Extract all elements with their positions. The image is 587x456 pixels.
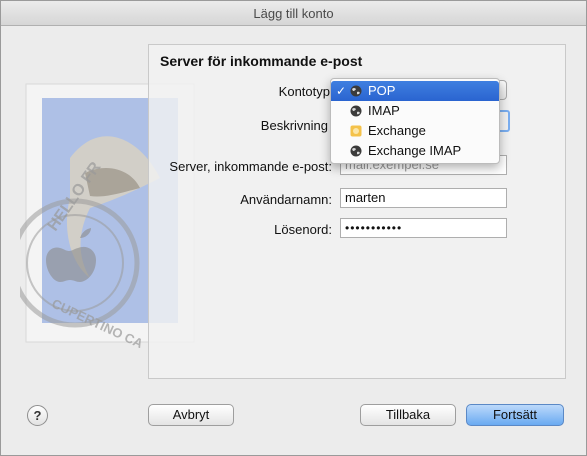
incoming-server-label: Server, inkommande e-post: (169, 159, 332, 174)
menu-item-exchange-imap[interactable]: Exchange IMAP (331, 141, 499, 161)
menu-item-pop[interactable]: ✓ POP (331, 81, 499, 101)
menu-item-label: Exchange (368, 123, 426, 138)
menu-item-label: Exchange IMAP (368, 143, 462, 158)
back-button[interactable]: Tillbaka (360, 404, 456, 426)
window-title: Lägg till konto (253, 6, 334, 21)
cancel-button[interactable]: Avbryt (148, 404, 234, 426)
password-field[interactable]: ••••••••••• (340, 218, 507, 238)
username-label: Användarnamn: (240, 192, 332, 207)
globe-icon (350, 145, 362, 157)
description-label: Beskrivning (260, 118, 328, 133)
username-field[interactable]: marten (340, 188, 507, 208)
menu-item-exchange[interactable]: Exchange (331, 121, 499, 141)
exchange-icon (350, 125, 362, 137)
password-label: Lösenord: (274, 222, 332, 237)
checkmark-icon: ✓ (336, 84, 347, 98)
account-type-menu: ✓ POP IMAP Exchange Exchange IMAP (330, 78, 500, 164)
menu-item-label: POP (368, 83, 396, 98)
title-bar: Lägg till konto (1, 1, 586, 26)
globe-icon (350, 105, 362, 117)
menu-item-imap[interactable]: IMAP (331, 101, 499, 121)
account-type-label: Kontotyp (278, 84, 330, 99)
help-button[interactable]: ? (27, 405, 48, 426)
menu-item-label: IMAP (368, 103, 400, 118)
globe-icon (350, 85, 362, 97)
continue-button[interactable]: Fortsätt (466, 404, 564, 426)
section-title: Server för inkommande e-post (160, 53, 363, 69)
